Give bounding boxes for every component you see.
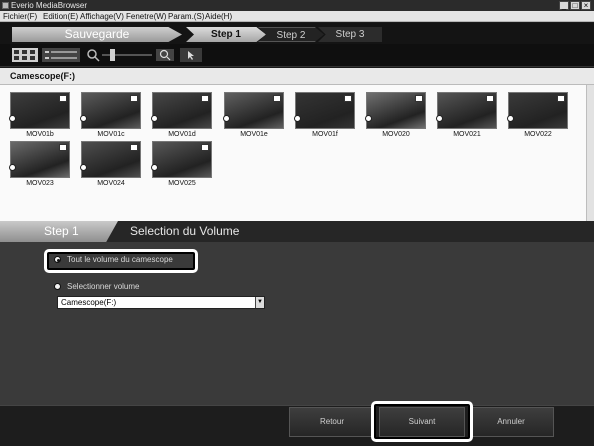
video-thumbnail[interactable] (223, 92, 284, 129)
video-thumbnail[interactable] (9, 141, 70, 178)
select-marker-icon (151, 164, 158, 171)
menu-affichage[interactable]: Affichage(V) (80, 11, 124, 22)
video-thumbnail[interactable] (151, 141, 212, 178)
video-badge-icon (557, 95, 565, 102)
video-thumbnail[interactable] (80, 92, 141, 129)
video-thumbnail[interactable] (151, 92, 212, 129)
select-marker-icon (9, 164, 16, 171)
select-icon[interactable] (180, 48, 202, 62)
video-badge-icon (273, 95, 281, 102)
video-badge-icon (130, 95, 138, 102)
option-select-volume-label[interactable]: Selectionner volume (67, 282, 139, 291)
video-badge-icon (201, 144, 209, 151)
video-thumbnail[interactable] (436, 92, 497, 129)
thumbnail-label: MOV020 (382, 131, 410, 138)
select-marker-icon (80, 164, 87, 171)
back-button[interactable]: Retour (289, 407, 375, 437)
menu-edition[interactable]: Edition(E) (43, 11, 78, 22)
breadcrumb-step-2: Step 2 (258, 27, 324, 42)
select-marker-icon (9, 115, 16, 122)
select-marker-icon (223, 115, 230, 122)
select-marker-icon (365, 115, 372, 122)
thumbnail-label: MOV01f (312, 131, 338, 138)
thumbnail-label: MOV01c (97, 131, 125, 138)
video-thumbnail[interactable] (365, 92, 426, 129)
menu-fichier[interactable]: Fichier(F) (3, 11, 37, 22)
thumbnail-label: MOV01b (26, 131, 54, 138)
thumbnail-label: MOV025 (168, 180, 196, 187)
close-button[interactable]: × (581, 1, 591, 10)
video-badge-icon (486, 95, 494, 102)
thumbnail-label: MOV021 (453, 131, 481, 138)
select-marker-icon (507, 115, 514, 122)
video-thumbnail[interactable] (507, 92, 568, 129)
thumbnail-label: MOV023 (26, 180, 54, 187)
select-marker-icon (436, 115, 443, 122)
thumbnail-label: MOV01e (240, 131, 268, 138)
step-header: Step 1 Selection du Volume (0, 221, 594, 242)
view-toolbar (0, 44, 594, 67)
breadcrumb-sauvegarde: Sauvegarde (12, 27, 182, 42)
thumbnail-grid: MOV01b MOV01c MOV01d MOV01e MOV01f MOV020 MOV0… (0, 85, 586, 221)
chevron-down-icon[interactable]: ▼ (255, 297, 264, 308)
select-marker-icon (151, 115, 158, 122)
volume-dropdown[interactable]: Camescope(F:) ▼ (57, 296, 265, 309)
video-badge-icon (344, 95, 352, 102)
highlight-frame-next (371, 401, 473, 442)
select-marker-icon (80, 115, 87, 122)
highlight-frame-option (44, 249, 198, 273)
cancel-button[interactable]: Annuler (468, 407, 554, 437)
folder-header: Camescope(F:) (0, 68, 594, 85)
breadcrumb-step-1: Step 1 (186, 27, 266, 42)
menu-bar: Fichier(F) Edition(E) Affichage(V) Fenet… (0, 11, 594, 22)
breadcrumb-step-3: Step 3 (318, 27, 382, 42)
breadcrumb: Sauvegarde Step 1 Step 2 Step 3 (0, 23, 594, 44)
video-badge-icon (59, 144, 67, 151)
zoom-out-icon[interactable] (86, 48, 100, 62)
list-view-icon[interactable] (42, 48, 80, 62)
video-badge-icon (415, 95, 423, 102)
menu-fenetre[interactable]: Fenetre(W) (126, 11, 166, 22)
vertical-scrollbar[interactable] (586, 85, 594, 221)
title-bar: Everio MediaBrowser _ □ × (0, 0, 594, 11)
step-title: Selection du Volume (130, 224, 240, 238)
zoom-in-icon[interactable] (156, 48, 174, 62)
video-badge-icon (201, 95, 209, 102)
thumbnail-view-icon[interactable] (12, 48, 38, 62)
video-badge-icon (130, 144, 138, 151)
volume-dropdown-value: Camescope(F:) (61, 298, 117, 307)
video-thumbnail[interactable] (80, 141, 141, 178)
thumbnail-label: MOV022 (524, 131, 552, 138)
video-badge-icon (59, 95, 67, 102)
radio-select-volume[interactable] (54, 283, 61, 290)
menu-param[interactable]: Param.(S) (168, 11, 204, 22)
thumbnail-label: MOV01d (168, 131, 196, 138)
video-thumbnail[interactable] (294, 92, 355, 129)
menu-aide[interactable]: Aide(H) (205, 11, 232, 22)
minimize-button[interactable]: _ (559, 1, 569, 10)
window-title: Everio MediaBrowser (11, 1, 88, 10)
maximize-button[interactable]: □ (570, 1, 580, 10)
video-thumbnail[interactable] (9, 92, 70, 129)
select-marker-icon (294, 115, 301, 122)
step-label: Step 1 (0, 221, 118, 242)
zoom-slider[interactable] (102, 48, 152, 62)
thumbnail-label: MOV024 (97, 180, 125, 187)
app-icon (2, 2, 9, 9)
